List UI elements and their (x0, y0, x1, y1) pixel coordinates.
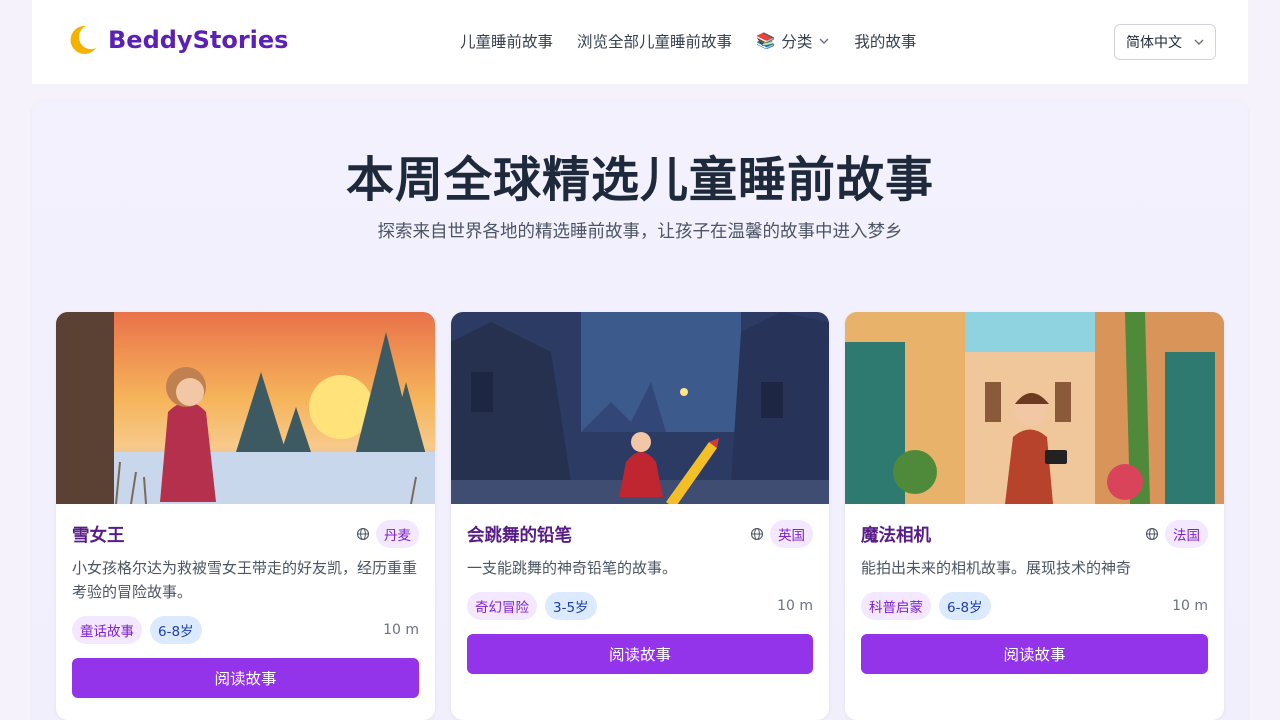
reading-duration: 10 m (383, 622, 419, 638)
nav-categories-dropdown[interactable]: 📚 分类 (756, 30, 830, 52)
nav-stories-link[interactable]: 儿童睡前故事 (460, 30, 553, 52)
story-title[interactable]: 魔法相机 (861, 522, 931, 547)
read-story-button[interactable]: 阅读故事 (861, 634, 1208, 674)
chevron-down-icon (1194, 39, 1204, 45)
story-meta: 科普启蒙 6-8岁 10 m (861, 592, 1208, 620)
reading-duration: 10 m (1172, 598, 1208, 614)
nav-categories-label: 分类 (781, 33, 813, 51)
story-cover-image (451, 312, 829, 504)
country-badge: 丹麦 (376, 520, 419, 548)
globe-icon (1145, 527, 1159, 541)
story-origin: 英国 (750, 520, 813, 548)
language-value: 简体中文 (1126, 35, 1182, 51)
story-card[interactable]: 雪女王 丹麦 小女孩格尔达为救被雪女王带走的好友凯，经历重重考验的冒险故事。 童… (56, 312, 435, 720)
story-description: 能拍出未来的相机故事。展现技术的神奇 (861, 559, 1132, 577)
category-badge: 童话故事 (72, 616, 142, 644)
story-card-body: 雪女王 丹麦 小女孩格尔达为救被雪女王带走的好友凯，经历重重考验的冒险故事。 童… (72, 520, 419, 698)
story-meta: 奇幻冒险 3-5岁 10 m (467, 592, 813, 620)
chevron-down-icon (819, 38, 829, 44)
story-description: 小女孩格尔达为救被雪女王带走的好友凯，经历重重考验的冒险故事。 (72, 559, 418, 601)
category-badge: 奇幻冒险 (467, 592, 537, 620)
story-cover-image (845, 312, 1224, 504)
brand-name: BeddyStories (108, 26, 289, 54)
crescent-moon-icon (70, 25, 96, 54)
story-title[interactable]: 雪女王 (72, 522, 125, 547)
page-subtitle: 探索来自世界各地的精选睡前故事，让孩子在温馨的故事中进入梦乡 (377, 222, 903, 242)
story-card-body: 会跳舞的铅笔 英国 一支能跳舞的神奇铅笔的故事。 奇幻冒险 3-5岁 10 m … (467, 520, 813, 674)
brand-logo[interactable]: BeddyStories (64, 22, 288, 58)
age-badge: 6-8岁 (939, 592, 991, 620)
reading-duration: 10 m (777, 598, 813, 614)
category-badge: 科普启蒙 (861, 592, 931, 620)
story-origin: 法国 (1145, 520, 1208, 548)
read-story-button[interactable]: 阅读故事 (72, 658, 419, 698)
story-origin: 丹麦 (356, 520, 419, 548)
country-badge: 英国 (770, 520, 813, 548)
language-select[interactable]: 简体中文 (1114, 24, 1216, 60)
story-cover-image (56, 312, 435, 504)
story-card-body: 魔法相机 法国 能拍出未来的相机故事。展现技术的神奇 科普启蒙 6-8岁 10 … (861, 520, 1208, 674)
story-card[interactable]: 会跳舞的铅笔 英国 一支能跳舞的神奇铅笔的故事。 奇幻冒险 3-5岁 10 m … (451, 312, 829, 720)
story-title[interactable]: 会跳舞的铅笔 (467, 522, 572, 547)
top-navbar: BeddyStories 儿童睡前故事 浏览全部儿童睡前故事 📚 分类 我的故事… (32, 0, 1248, 84)
globe-icon (750, 527, 764, 541)
main-nav: 儿童睡前故事 浏览全部儿童睡前故事 📚 分类 我的故事 (460, 30, 916, 52)
age-badge: 6-8岁 (150, 616, 202, 644)
nav-browse-all-link[interactable]: 浏览全部儿童睡前故事 (577, 30, 732, 52)
nav-my-stories-link[interactable]: 我的故事 (854, 30, 916, 52)
story-meta: 童话故事 6-8岁 10 m (72, 616, 419, 644)
country-badge: 法国 (1165, 520, 1208, 548)
books-icon: 📚 (756, 32, 776, 50)
read-story-button[interactable]: 阅读故事 (467, 634, 813, 674)
story-card[interactable]: 魔法相机 法国 能拍出未来的相机故事。展现技术的神奇 科普启蒙 6-8岁 10 … (845, 312, 1224, 720)
age-badge: 3-5岁 (545, 592, 597, 620)
story-description: 一支能跳舞的神奇铅笔的故事。 (467, 559, 678, 577)
globe-icon (356, 527, 370, 541)
page-title: 本周全球精选儿童睡前故事 (345, 152, 934, 208)
